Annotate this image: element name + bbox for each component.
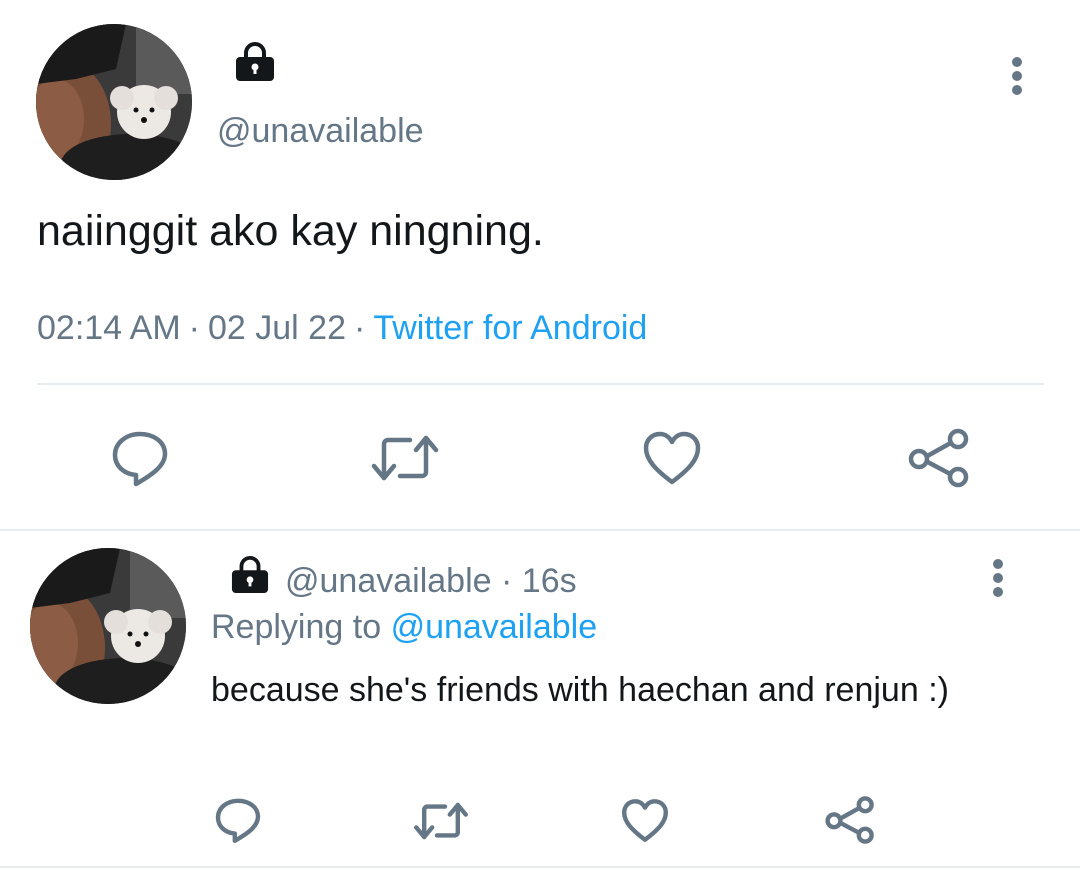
reply-icon[interactable] — [214, 796, 262, 844]
bottom-divider — [0, 866, 1080, 868]
like-icon[interactable] — [642, 430, 702, 486]
replying-label: Replying to — [211, 608, 382, 646]
tweet-source-link[interactable]: Twitter for Android — [373, 309, 647, 347]
reply-header: @unavailable · 16s — [285, 562, 577, 601]
more-vertical-icon[interactable] — [985, 558, 1011, 598]
meta-separator: · — [353, 309, 366, 347]
like-icon[interactable] — [621, 798, 669, 843]
retweet-icon[interactable] — [370, 432, 440, 484]
tweet-text: naiinggit ako kay ningning. — [37, 207, 544, 255]
replying-to: Replying to @unavailable — [211, 608, 597, 647]
retweet-icon[interactable] — [413, 800, 469, 842]
avatar[interactable] — [36, 24, 192, 180]
share-icon[interactable] — [908, 428, 970, 488]
share-icon[interactable] — [825, 796, 875, 844]
tweet-meta: 02:14 AM · 02 Jul 22 · Twitter for Android — [37, 309, 647, 348]
more-vertical-icon[interactable] — [1004, 56, 1030, 96]
divider — [37, 383, 1044, 385]
lock-icon — [234, 42, 276, 82]
meta-separator: · — [501, 562, 513, 600]
tweet-time[interactable]: 02:14 AM — [37, 309, 181, 347]
author-handle[interactable]: @unavailable — [285, 562, 492, 600]
tweet-age: 16s — [521, 562, 577, 600]
meta-separator: · — [188, 309, 200, 347]
lock-icon — [229, 556, 271, 594]
reply-icon[interactable] — [110, 428, 170, 488]
author-handle[interactable]: @unavailable — [217, 112, 424, 151]
tweet-date[interactable]: 02 Jul 22 — [208, 309, 346, 347]
section-divider — [0, 529, 1080, 531]
reply-text: because she's friends with haechan and r… — [211, 671, 949, 709]
replying-to-mention[interactable]: @unavailable — [391, 608, 598, 646]
avatar[interactable] — [30, 548, 186, 704]
